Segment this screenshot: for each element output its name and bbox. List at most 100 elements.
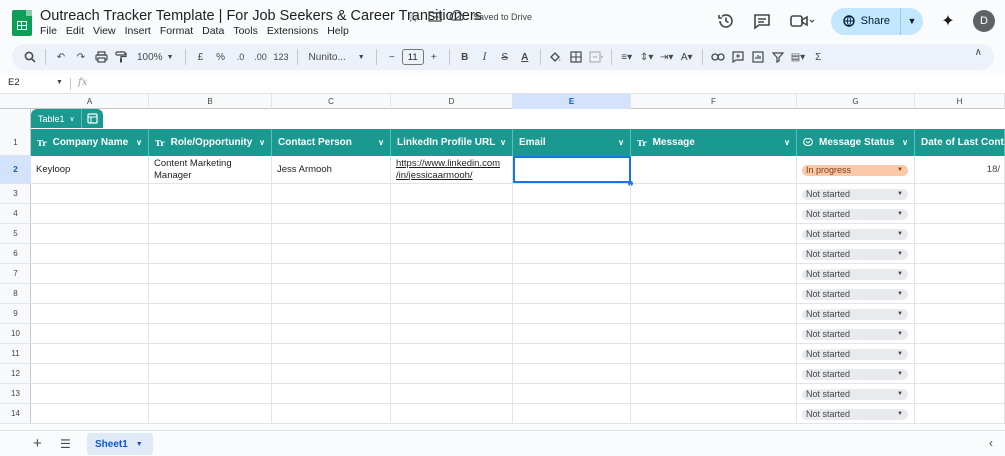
filter-icon[interactable] (768, 47, 788, 67)
text-wrapping-icon[interactable]: ⇥▾ (657, 47, 677, 67)
table-cell[interactable] (391, 224, 513, 243)
column-menu-chevron-icon[interactable]: ∨ (500, 138, 506, 147)
meet-video-icon[interactable] (787, 10, 817, 32)
row-number-11[interactable]: 11 (0, 344, 31, 364)
table-cell[interactable] (513, 304, 631, 323)
sheet-tab[interactable]: Sheet1 ▼ (87, 433, 153, 455)
table-cell[interactable] (391, 264, 513, 283)
row-number-1[interactable]: 1 (0, 129, 31, 156)
table-cell[interactable] (31, 304, 149, 323)
table-cell[interactable] (272, 404, 391, 423)
table-cell[interactable]: Not started ▼ (797, 224, 915, 243)
status-chip[interactable]: Not started ▼ (802, 188, 908, 200)
table-cell[interactable] (31, 244, 149, 263)
table-cell[interactable] (272, 184, 391, 203)
table-cell[interactable]: Not started ▼ (797, 244, 915, 263)
functions-icon[interactable]: Σ (808, 47, 828, 67)
table-cell[interactable] (915, 324, 1005, 343)
table-cell[interactable] (631, 244, 797, 263)
table-header-cell[interactable]: LinkedIn Profile URL ∨ (391, 129, 513, 156)
row-number-10[interactable]: 10 (0, 324, 31, 344)
borders-icon[interactable] (566, 47, 586, 67)
name-box-dropdown-icon[interactable]: ▼ (56, 79, 63, 86)
fill-color-icon[interactable] (546, 47, 566, 67)
table-cell[interactable] (272, 384, 391, 403)
status-chip[interactable]: Not started ▼ (802, 328, 908, 340)
table-cell[interactable] (272, 364, 391, 383)
table-cell[interactable] (391, 404, 513, 423)
font-size-decrease-button[interactable]: − (382, 47, 402, 67)
table-cell[interactable]: In progress ▼ (797, 156, 915, 183)
comments-icon[interactable] (751, 10, 773, 32)
table-cell[interactable] (149, 284, 272, 303)
table-cell[interactable] (31, 404, 149, 423)
table-cell[interactable] (272, 304, 391, 323)
table-cell[interactable] (513, 324, 631, 343)
table-name-button[interactable]: Table1 ∨ (31, 109, 81, 128)
status-chip[interactable]: Not started ▼ (802, 208, 908, 220)
row-number-2[interactable]: 2 (0, 156, 31, 184)
table-header-cell[interactable]: Date of Last Cont (915, 129, 1005, 156)
table-cell[interactable] (31, 364, 149, 383)
table-cell[interactable] (631, 404, 797, 423)
table-cell[interactable]: Not started ▼ (797, 324, 915, 343)
row-number-7[interactable]: 7 (0, 264, 31, 284)
table-cell[interactable] (915, 284, 1005, 303)
table-cell[interactable] (391, 244, 513, 263)
table-cell[interactable] (513, 244, 631, 263)
filter-views-icon[interactable]: ▤▾ (788, 47, 808, 67)
font-select[interactable]: Nunito... ▼ (303, 47, 371, 67)
table-cell[interactable] (31, 204, 149, 223)
table-cell[interactable] (149, 324, 272, 343)
menu-insert[interactable]: Insert (125, 25, 156, 37)
percent-format-button[interactable]: % (211, 47, 231, 67)
column-header-h[interactable]: H (915, 94, 1005, 109)
cloud-saved-icon[interactable] (449, 9, 465, 25)
row-number-6[interactable]: 6 (0, 244, 31, 264)
table-cell[interactable] (915, 304, 1005, 323)
status-chip[interactable]: Not started ▼ (802, 288, 908, 300)
table-cell[interactable] (391, 324, 513, 343)
table-cell[interactable] (631, 284, 797, 303)
row-number-3[interactable]: 3 (0, 184, 31, 204)
table-cell[interactable] (149, 244, 272, 263)
table-cell[interactable] (272, 284, 391, 303)
status-chip[interactable]: Not started ▼ (802, 308, 908, 320)
table-cell[interactable] (31, 384, 149, 403)
table-header-cell[interactable]: Contact Person ∨ (272, 129, 391, 156)
table-cell[interactable] (391, 364, 513, 383)
bold-icon[interactable]: B (455, 47, 475, 67)
collapse-toolbar-icon[interactable]: ∧ (975, 47, 982, 58)
table-cell[interactable] (513, 184, 631, 203)
table-header-cell[interactable]: Tr Company Name ∨ (31, 129, 149, 156)
table-cell[interactable] (391, 204, 513, 223)
table-cell[interactable] (631, 204, 797, 223)
zoom-select[interactable]: 100% ▼ (131, 47, 180, 67)
version-history-icon[interactable] (715, 10, 737, 32)
table-cell[interactable] (391, 344, 513, 363)
strikethrough-icon[interactable]: S (495, 47, 515, 67)
table-cell[interactable] (631, 324, 797, 343)
table-cell[interactable]: Not started ▼ (797, 344, 915, 363)
menu-view[interactable]: View (93, 25, 121, 37)
table-header-cell[interactable]: Email ∨ (513, 129, 631, 156)
menu-edit[interactable]: Edit (66, 25, 89, 37)
status-chip[interactable]: Not started ▼ (802, 348, 908, 360)
column-header-g[interactable]: G (797, 94, 915, 109)
table-cell[interactable]: Not started ▼ (797, 304, 915, 323)
font-size-increase-button[interactable]: + (424, 47, 444, 67)
star-icon[interactable]: ☆ (405, 9, 421, 25)
status-chip[interactable]: Not started ▼ (802, 228, 908, 240)
table-cell[interactable]: Not started ▼ (797, 284, 915, 303)
table-header-cell[interactable]: Tr Message ∨ (631, 129, 797, 156)
menu-tools[interactable]: Tools (233, 25, 263, 37)
table-cell[interactable] (631, 264, 797, 283)
table-cell[interactable] (272, 224, 391, 243)
table-cell[interactable] (915, 224, 1005, 243)
column-header-a[interactable]: A (31, 94, 149, 109)
menu-data[interactable]: Data (202, 25, 229, 37)
sheets-logo-icon[interactable] (12, 10, 32, 36)
table-cell[interactable] (272, 244, 391, 263)
status-chip[interactable]: Not started ▼ (802, 388, 908, 400)
table-cell[interactable] (513, 384, 631, 403)
